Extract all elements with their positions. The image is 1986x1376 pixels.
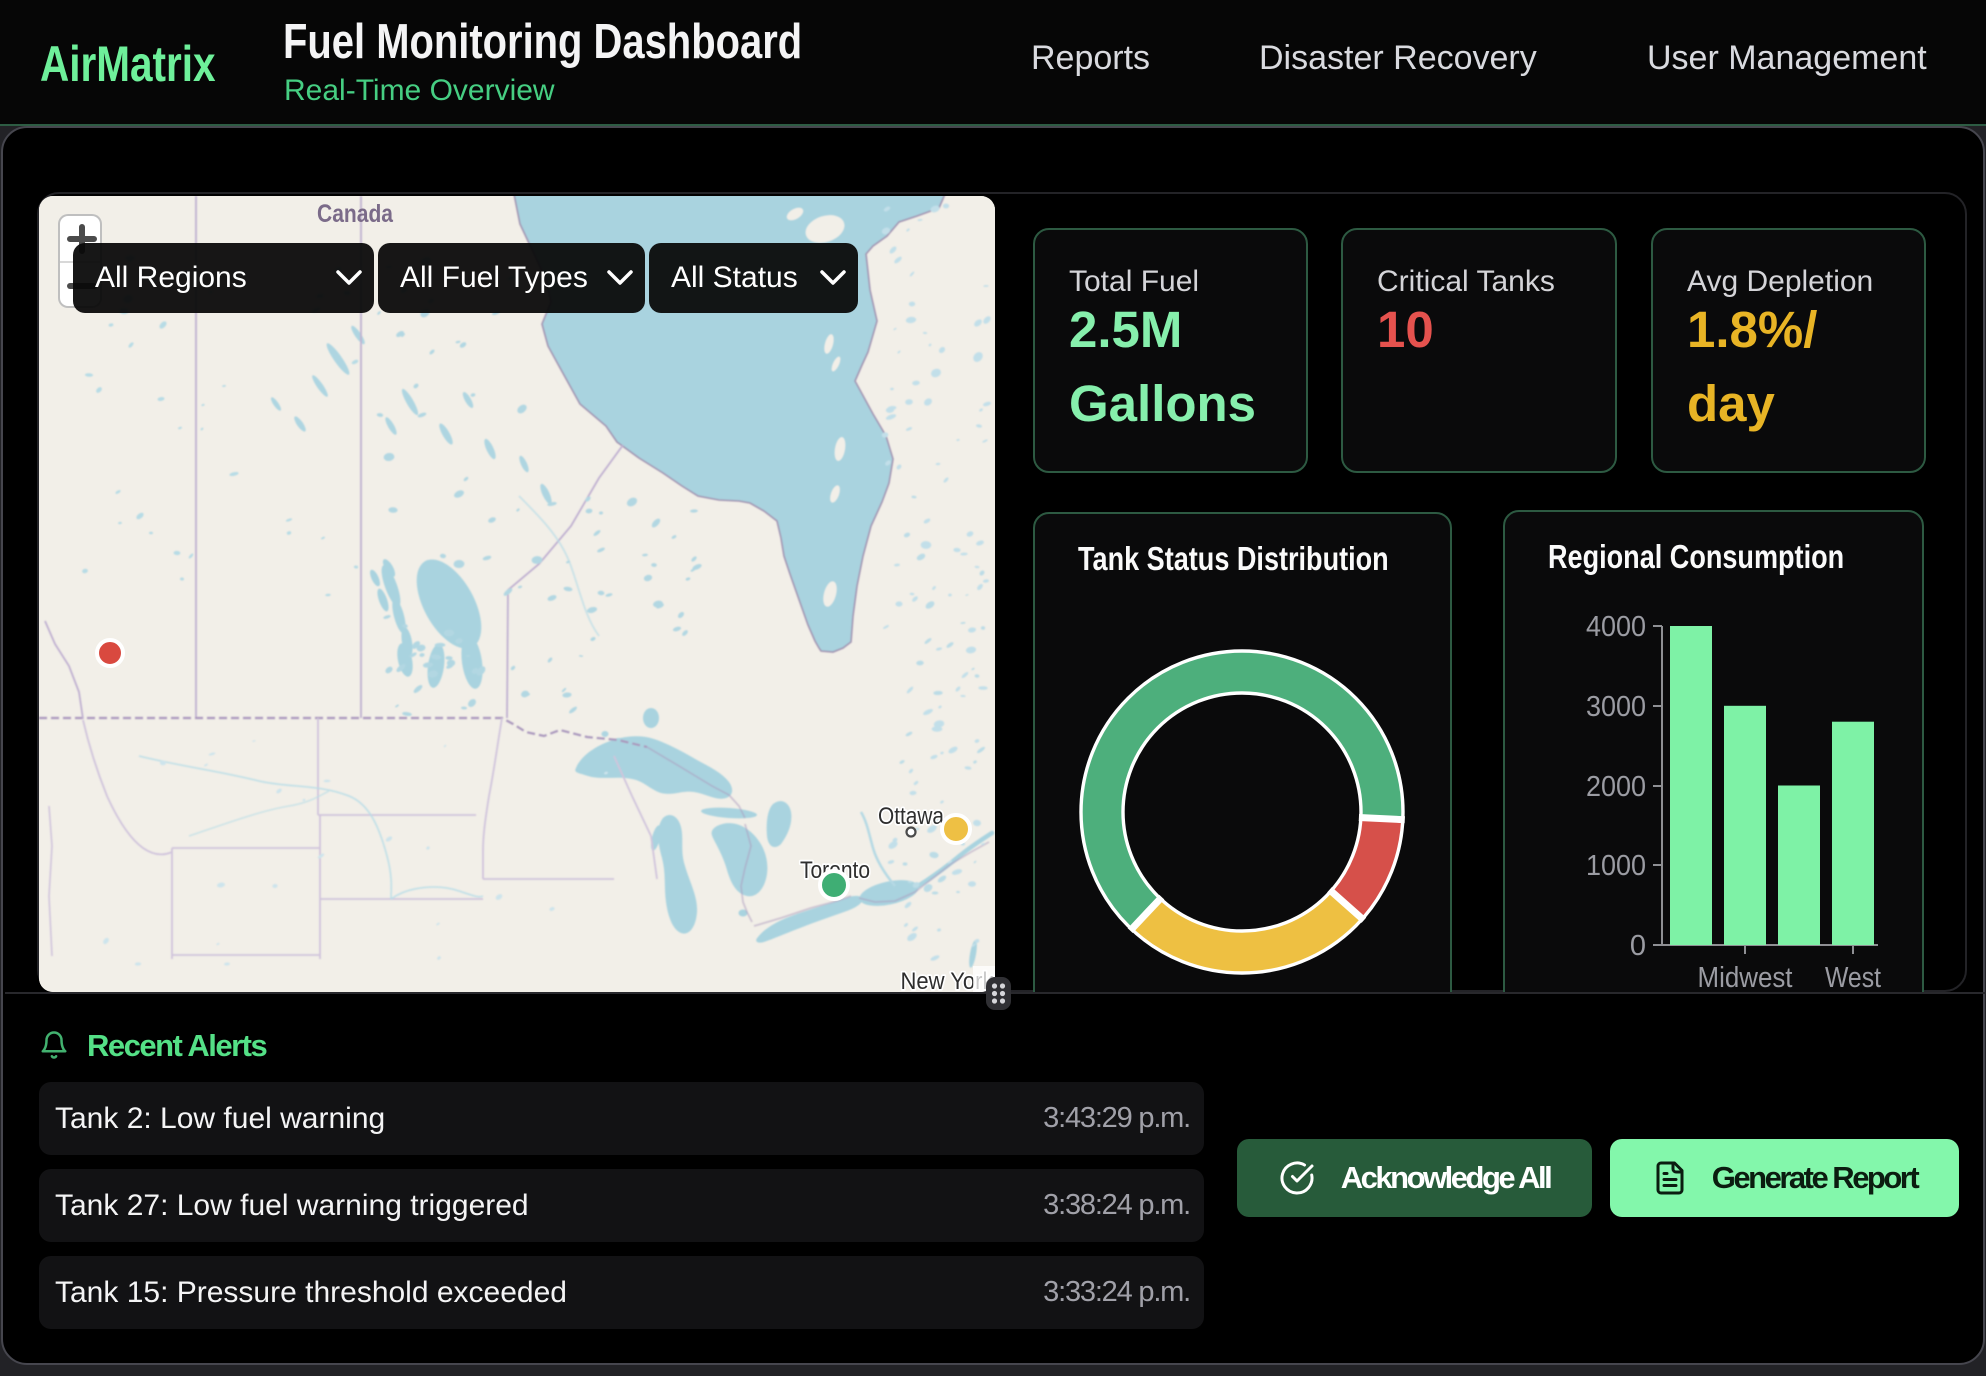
svg-text:4000: 4000: [1586, 611, 1646, 643]
svg-text:0: 0: [1630, 930, 1646, 962]
svg-text:Canada: Canada: [317, 200, 394, 228]
svg-text:West: West: [1825, 962, 1881, 992]
svg-text:1000: 1000: [1586, 850, 1646, 882]
svg-text:Midwest: Midwest: [1698, 962, 1793, 992]
svg-text:2000: 2000: [1586, 771, 1646, 803]
svg-text:3000: 3000: [1586, 691, 1646, 723]
svg-text:Ottawa: Ottawa: [878, 803, 945, 830]
